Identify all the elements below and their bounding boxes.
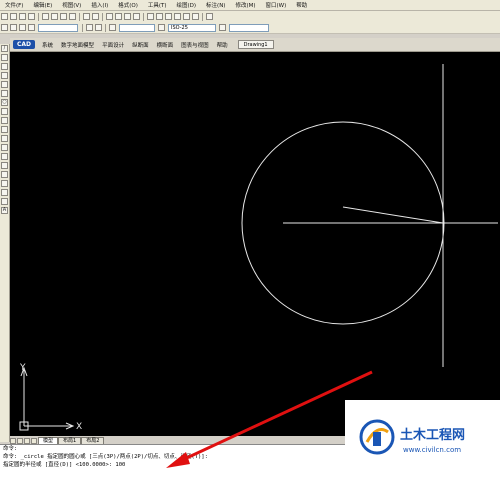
cad-window: 文件(F) 编辑(E) 视图(V) 插入(I) 格式(O) 工具(T) 绘图(D) 标注(N)… — [0, 0, 500, 478]
watermark-title: 土木工程网 — [400, 428, 466, 443]
watermark-logo-icon — [359, 419, 395, 455]
watermark-url: www.civilcn.com — [403, 446, 462, 454]
